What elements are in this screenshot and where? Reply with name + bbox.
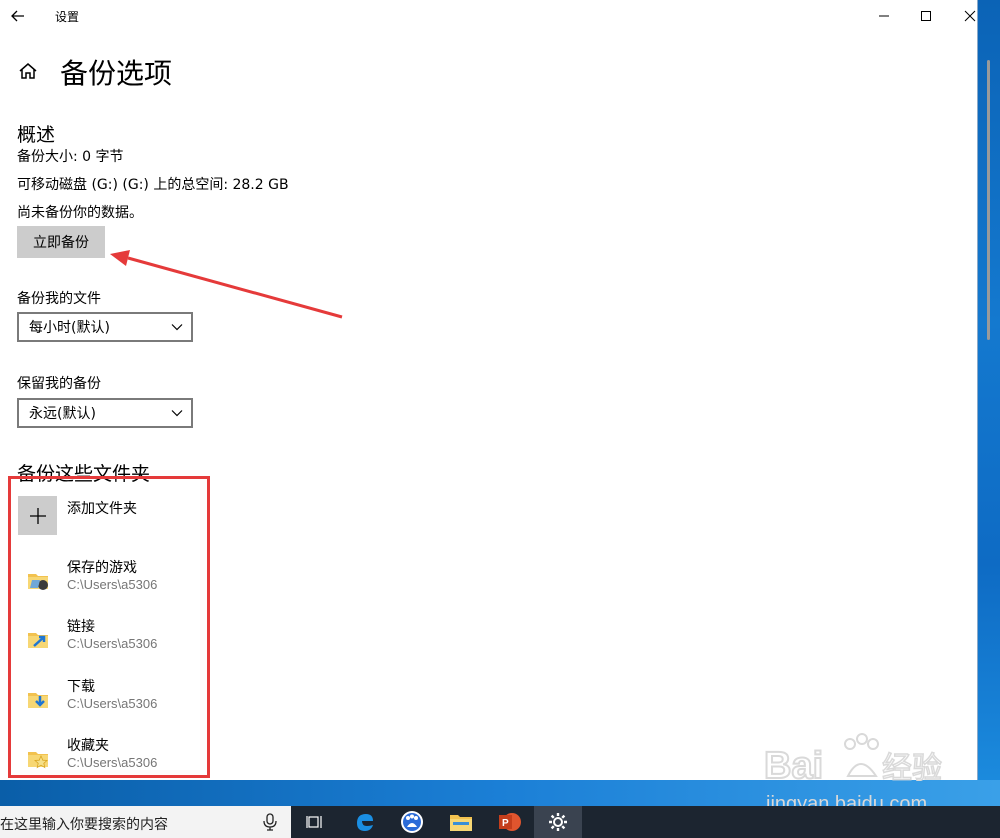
settings-window: 设置 备份选项 概述 备份大小: 0 字节 可移动磁盘 (G:) (G:) 上的…: [0, 0, 978, 780]
taskbar-search-box[interactable]: 在这里输入你要搜索的内容: [0, 806, 291, 838]
back-arrow-icon: [11, 10, 24, 22]
taskbar-baidu-netdisk[interactable]: [388, 806, 436, 838]
title-bar: 设置: [0, 0, 977, 32]
backup-status-text: 尚未备份你的数据。: [17, 205, 143, 221]
minimize-button[interactable]: [869, 4, 899, 28]
close-button[interactable]: [955, 4, 985, 28]
keep-backups-dropdown[interactable]: 永远(默认): [17, 398, 193, 428]
close-icon: [964, 10, 976, 22]
window-title: 设置: [55, 10, 80, 24]
keep-backups-label: 保留我的备份: [17, 376, 101, 392]
overview-heading: 概述: [17, 124, 56, 146]
taskbar-settings[interactable]: [534, 806, 582, 838]
svg-text:P: P: [502, 818, 509, 829]
svg-text:Bai: Bai: [764, 745, 823, 787]
powerpoint-icon: P: [499, 813, 521, 831]
task-view-icon: [306, 816, 322, 828]
home-button[interactable]: [17, 60, 39, 82]
maximize-icon: [921, 11, 931, 21]
edge-icon: [357, 814, 373, 831]
taskbar-powerpoint[interactable]: P: [486, 806, 534, 838]
backup-now-button[interactable]: 立即备份: [17, 226, 105, 258]
taskbar-file-explorer[interactable]: [437, 806, 485, 838]
backup-size-text: 备份大小: 0 字节: [17, 149, 124, 165]
minimize-icon: [879, 15, 889, 17]
backup-frequency-dropdown[interactable]: 每小时(默认): [17, 312, 193, 342]
taskbar-task-view[interactable]: [291, 806, 339, 838]
settings-icon: [549, 813, 567, 831]
file-explorer-icon: [450, 815, 472, 831]
keep-backups-value: 永远(默认): [29, 406, 96, 422]
svg-text:经验: 经验: [882, 751, 942, 786]
taskbar: 在这里输入你要搜索的内容 P: [0, 806, 1000, 838]
back-button[interactable]: [8, 6, 28, 26]
total-space-text: 可移动磁盘 (G:) (G:) 上的总空间: 28.2 GB: [17, 177, 289, 193]
page-title: 备份选项: [60, 57, 173, 90]
microphone-icon[interactable]: [262, 813, 278, 831]
backup-frequency-value: 每小时(默认): [29, 320, 110, 336]
baidu-netdisk-icon: [401, 811, 423, 833]
chevron-down-icon: [171, 324, 183, 331]
chevron-down-icon: [171, 410, 183, 417]
scrollbar[interactable]: [987, 60, 990, 340]
taskbar-edge[interactable]: [341, 806, 389, 838]
search-placeholder: 在这里输入你要搜索的内容: [0, 817, 168, 833]
annotation-highlight-box: [8, 476, 210, 778]
home-icon: [19, 63, 37, 79]
backup-frequency-label: 备份我的文件: [17, 291, 101, 307]
maximize-button[interactable]: [911, 4, 941, 28]
